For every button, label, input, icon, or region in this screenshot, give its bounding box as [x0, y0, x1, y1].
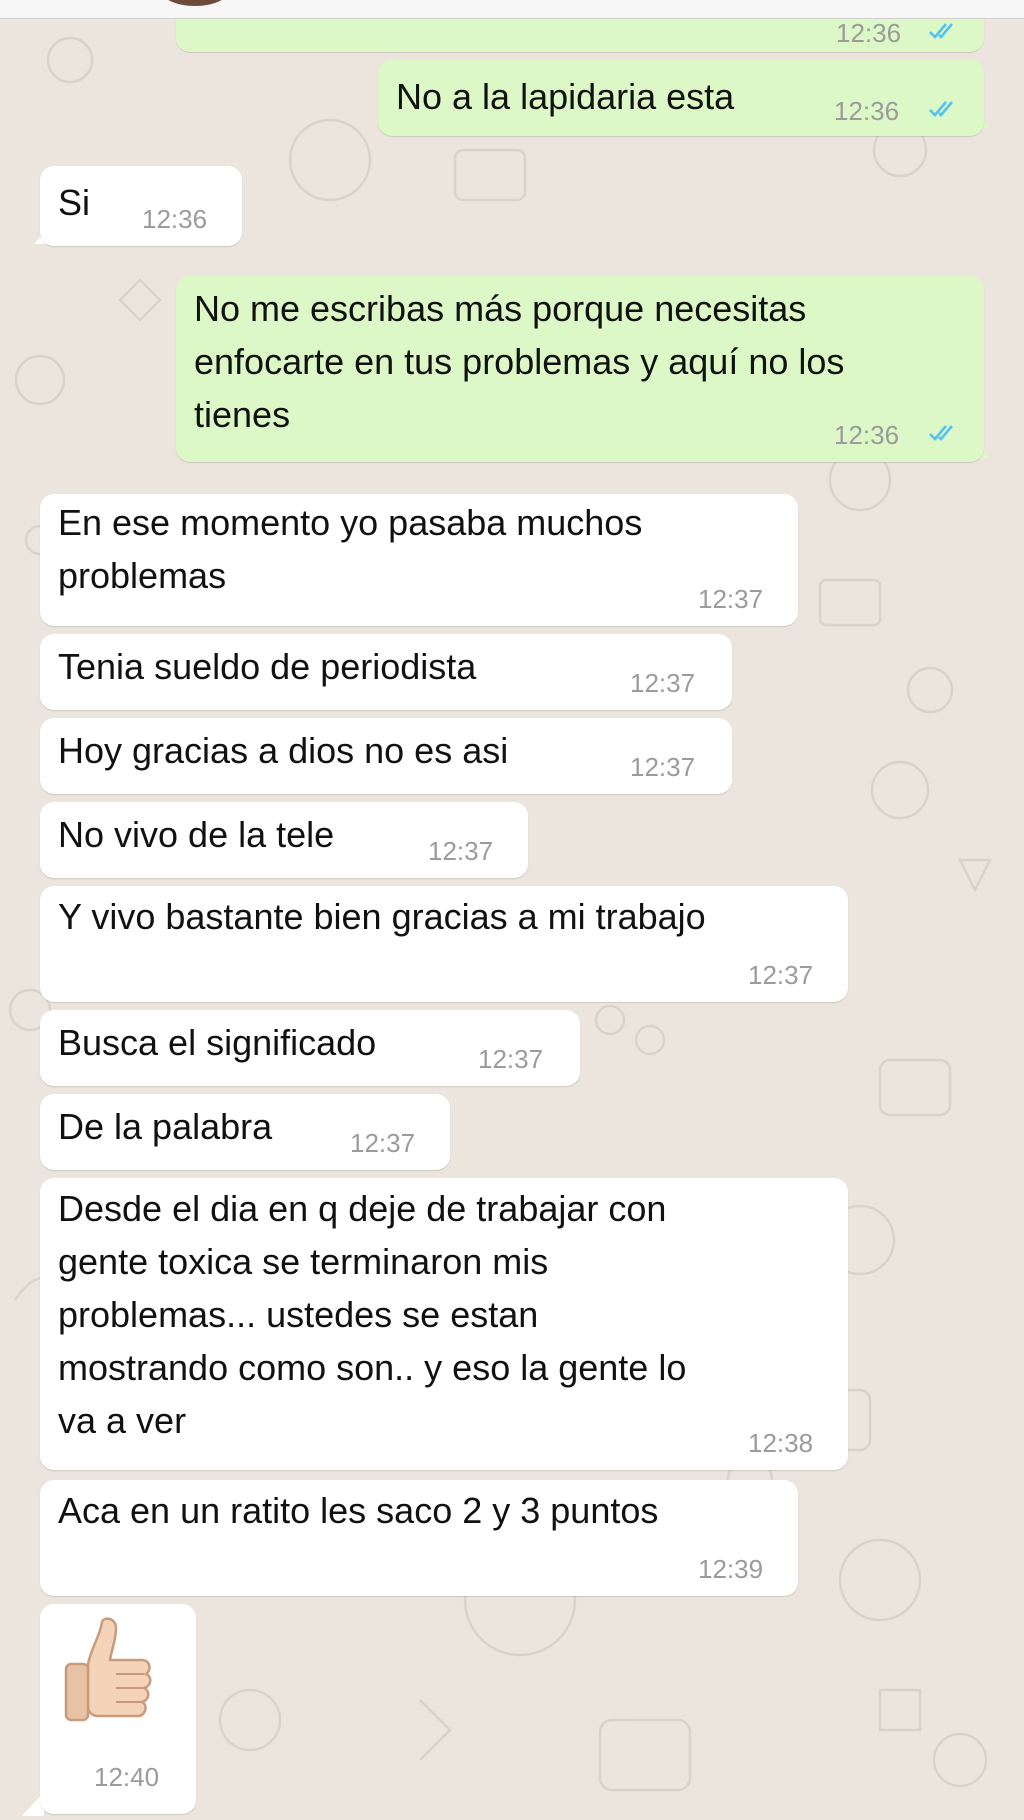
- message-bubble-outgoing[interactable]: No a la lapidaria esta 12:36: [378, 60, 984, 136]
- message-time: 12:40: [94, 1762, 160, 1792]
- message-bubble-incoming[interactable]: Busca el significado 12:37: [40, 1010, 580, 1086]
- message-time: 12:36: [834, 420, 900, 450]
- message-time: 12:39: [698, 1554, 764, 1584]
- message-time: 12:37: [428, 836, 494, 866]
- message-time: 12:37: [630, 752, 696, 782]
- message-time: 12:37: [350, 1128, 416, 1158]
- message-time: 12:36: [142, 204, 208, 234]
- message-bubble-incoming[interactable]: Hoy gracias a dios no es asi 12:37: [40, 718, 732, 794]
- message-text: En ese momento yo pasaba muchos problema…: [58, 502, 643, 596]
- message-bubble-incoming[interactable]: Si 12:36: [40, 166, 242, 246]
- read-ticks-icon: [929, 425, 953, 441]
- read-ticks-icon: [929, 101, 953, 117]
- message-text: No me escribas más porque necesitas enfo…: [194, 288, 845, 435]
- message-text: Hoy gracias a dios no es asi: [58, 730, 509, 771]
- message-time: 12:36: [836, 18, 902, 48]
- message-text: De la palabra: [58, 1106, 273, 1147]
- message-text: Tenia sueldo de periodista: [58, 646, 477, 687]
- message-bubble-incoming[interactable]: En ese momento yo pasaba muchos problema…: [40, 494, 798, 626]
- message-time: 12:38: [748, 1428, 814, 1458]
- message-bubble-incoming[interactable]: Aca en un ratito les saco 2 y 3 puntos 1…: [40, 1480, 798, 1596]
- message-time: 12:37: [698, 584, 764, 614]
- message-time: 12:37: [630, 668, 696, 698]
- message-text: Desde el dia en q deje de trabajar con g…: [58, 1188, 687, 1441]
- message-bubble-incoming[interactable]: Desde el dia en q deje de trabajar con g…: [40, 1178, 848, 1470]
- read-ticks-icon: [929, 23, 953, 39]
- message-text: No a la lapidaria esta: [396, 76, 735, 117]
- message-bubble-incoming[interactable]: Tenia sueldo de periodista 12:37: [40, 634, 732, 710]
- message-bubble-incoming[interactable]: 12:40: [40, 1604, 196, 1814]
- message-bubble-incoming[interactable]: De la palabra 12:37: [40, 1094, 450, 1170]
- message-text: Aca en un ratito les saco 2 y 3 puntos: [58, 1490, 659, 1531]
- top-bar: [0, 0, 1024, 19]
- thumbs-up-emoji-icon: [64, 1617, 152, 1722]
- message-bubble-incoming[interactable]: No vivo de la tele 12:37: [40, 802, 528, 878]
- message-text: Y vivo bastante bien gracias a mi trabaj…: [58, 896, 706, 937]
- message-bubble-incoming[interactable]: Y vivo bastante bien gracias a mi trabaj…: [40, 886, 848, 1002]
- message-time: 12:36: [834, 96, 900, 126]
- message-time: 12:37: [478, 1044, 544, 1074]
- message-text: Si: [58, 182, 91, 223]
- message-text: Busca el significado: [58, 1022, 377, 1063]
- message-bubble-outgoing[interactable]: No me escribas más porque necesitas enfo…: [176, 276, 984, 462]
- message-time: 12:37: [748, 960, 814, 990]
- message-text: No vivo de la tele: [58, 814, 335, 855]
